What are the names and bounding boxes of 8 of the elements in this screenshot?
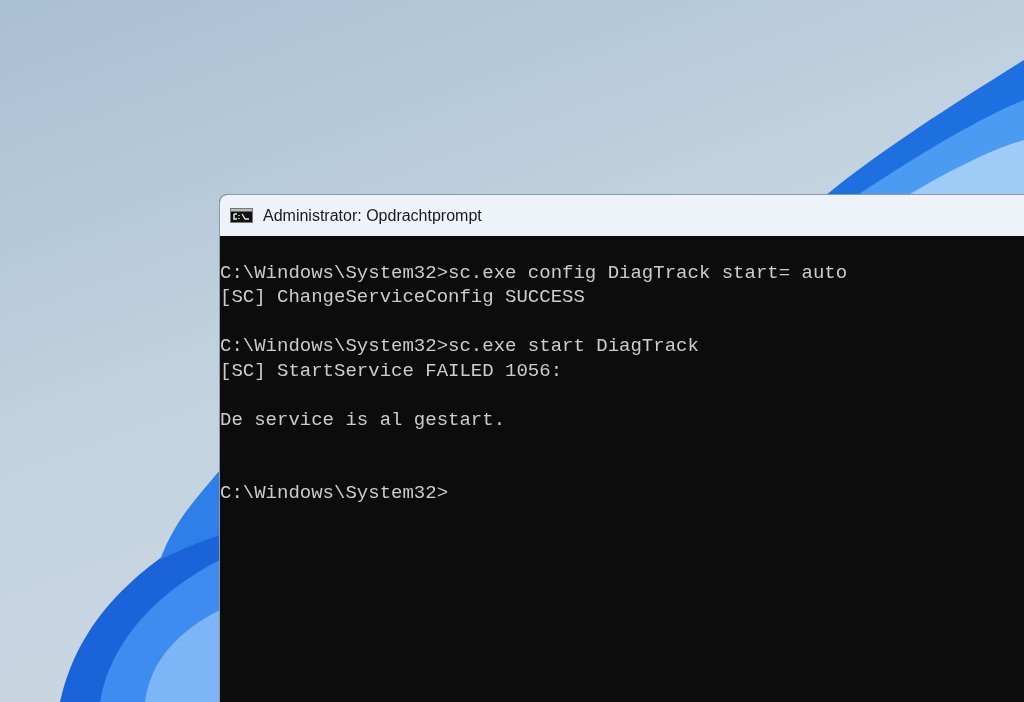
command-line: C:\Windows\System32>sc.exe config DiagTrack start= auto (220, 260, 848, 285)
output-line: [SC] ChangeServiceConfig SUCCESS (220, 285, 585, 310)
output-line: De service is al gestart. (220, 407, 506, 432)
window-title: Administrator: Opdrachtprompt (263, 206, 482, 225)
command-prompt: C:\Windows\System32> (220, 481, 449, 506)
command-line: C:\Windows\System32>sc.exe start DiagTrack (220, 334, 699, 359)
terminal-icon (230, 208, 253, 223)
output-line: [SC] StartService FAILED 1056: (220, 358, 563, 383)
